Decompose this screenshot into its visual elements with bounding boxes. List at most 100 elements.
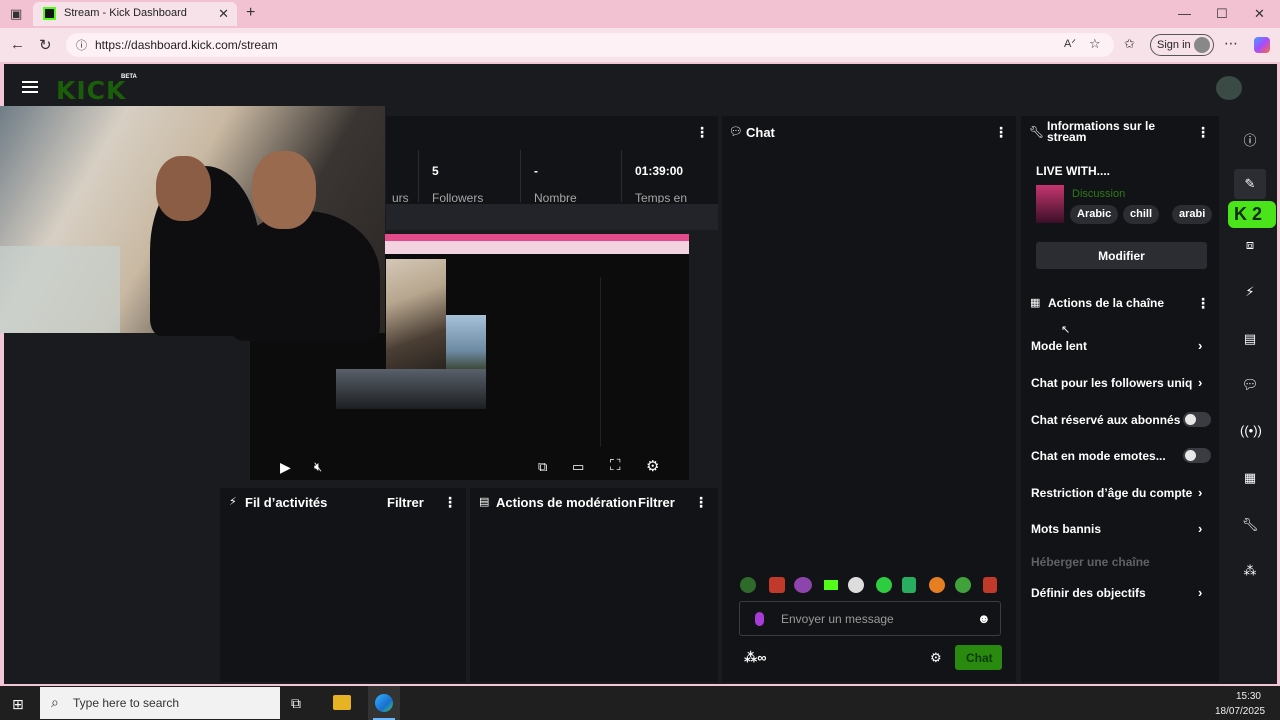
emote-icon[interactable]	[794, 577, 812, 593]
channel-actions-icon[interactable]: ▦	[1240, 470, 1260, 486]
moderation-filter-button[interactable]: Filtrer	[638, 495, 675, 510]
browser-tab[interactable]: Stream - Kick Dashboard ✕	[33, 2, 237, 26]
emote-icon[interactable]	[902, 577, 916, 593]
tab-title: Stream - Kick Dashboard	[64, 7, 187, 19]
emote-icon[interactable]	[955, 577, 971, 593]
chat-settings-icon[interactable]: ⚙	[930, 650, 942, 666]
minimize-icon[interactable]: —	[1178, 6, 1191, 21]
mute-icon[interactable]: 🔇︎	[314, 459, 322, 475]
close-window-icon[interactable]: ✕	[1254, 6, 1265, 22]
info-kebab-icon[interactable]: ⋮	[1196, 124, 1210, 141]
emote-icon[interactable]	[740, 577, 756, 593]
person-right	[230, 211, 380, 341]
site-info-icon[interactable]: ⓘ	[76, 37, 87, 53]
chat-bubble-icon: 💬︎	[729, 126, 743, 138]
clock-date: 18/07/2025	[1215, 706, 1266, 717]
stats-divider	[418, 150, 419, 202]
emote-icon[interactable]	[769, 577, 785, 593]
chevron-right-icon[interactable]: ›	[1198, 375, 1202, 390]
subscribers-only-toggle[interactable]	[1183, 412, 1211, 427]
points-icon[interactable]: ⁂	[1240, 563, 1260, 579]
activity-title: Fil d’activités	[245, 495, 328, 510]
kick-logo[interactable]: KICK	[56, 76, 126, 105]
channel-actions-icon: ▦	[1030, 297, 1041, 309]
favorite-star-icon[interactable]: ☆	[1089, 36, 1101, 52]
activity-filter-button[interactable]: Filtrer	[387, 495, 424, 510]
taskbar-search-placeholder: Type here to search	[73, 696, 180, 710]
emote-icon[interactable]	[876, 577, 892, 593]
chat-kebab-icon[interactable]: ⋮	[994, 124, 1008, 141]
microphone-icon[interactable]	[755, 612, 764, 626]
category-thumbnail[interactable]	[1036, 185, 1064, 223]
chat-icon[interactable]: 💬︎	[1240, 377, 1260, 393]
profile-avatar-icon	[1194, 37, 1210, 53]
action-followers-only[interactable]: Chat pour les followers uniqu	[1031, 376, 1192, 390]
close-tab-icon[interactable]: ✕	[218, 6, 229, 22]
read-aloud-icon[interactable]: Aᐟ	[1064, 37, 1076, 50]
lightning-icon[interactable]: ⚡︎	[1240, 284, 1260, 300]
hamburger-menu-icon[interactable]	[22, 81, 38, 93]
chat-message-input[interactable]: Envoyer un message ☻	[739, 601, 1001, 636]
edge-browser-icon[interactable]	[375, 694, 393, 712]
tab-actions-icon[interactable]: ▣	[10, 6, 22, 22]
picture-in-picture-icon[interactable]: ⧉	[538, 459, 547, 475]
channel-actions-kebab-icon[interactable]: ⋮	[1196, 295, 1210, 312]
points-infinity-icon[interactable]: ⁂∞	[744, 650, 767, 666]
refresh-icon[interactable]: ↻	[39, 36, 52, 54]
broadcast-icon[interactable]: ((•))	[1240, 423, 1262, 438]
stat-label: urs	[392, 191, 409, 203]
action-set-goals[interactable]: Définir des objectifs	[1031, 586, 1211, 600]
info-title-line2: stream	[1047, 130, 1087, 144]
kick-favicon-icon	[43, 7, 56, 20]
chat-input-placeholder: Envoyer un message	[781, 612, 894, 626]
user-avatar[interactable]	[1216, 76, 1242, 100]
preview-image-strip	[336, 369, 486, 409]
activity-kebab-icon[interactable]: ⋮	[443, 494, 457, 511]
back-icon[interactable]: ←	[10, 36, 25, 53]
category-link[interactable]: Discussion	[1072, 188, 1125, 200]
settings-gear-icon[interactable]: ⚙	[646, 457, 659, 475]
emote-icon[interactable]	[848, 577, 864, 593]
send-chat-button[interactable]: Chat	[955, 645, 1002, 670]
favorites-icon[interactable]: ✩	[1124, 36, 1135, 52]
sign-in-button[interactable]: Sign in	[1150, 34, 1214, 56]
document-icon[interactable]: ▤	[1240, 331, 1260, 347]
new-tab-icon[interactable]: +	[246, 4, 255, 22]
moderation-kebab-icon[interactable]: ⋮	[694, 494, 708, 511]
emote-icon[interactable]	[929, 577, 945, 593]
emote-icon[interactable]	[983, 577, 997, 593]
document-icon: ▤	[479, 496, 490, 508]
emote-mode-toggle[interactable]	[1183, 448, 1211, 463]
camera-frame-icon[interactable]: ⧈	[1240, 237, 1260, 253]
preview-webcam	[386, 259, 446, 369]
action-age-restriction[interactable]: Restriction d’âge du compte	[1031, 486, 1192, 500]
action-slow-mode[interactable]: Mode lent	[1031, 339, 1211, 353]
wrench-icon[interactable]: 🔧︎	[1240, 517, 1260, 533]
task-view-icon[interactable]: ⧉	[291, 695, 301, 712]
stat-followers-value: 5	[432, 164, 439, 178]
taskbar-clock[interactable]: 15:30 18/07/2025	[1215, 689, 1266, 719]
maximize-icon[interactable]: ☐	[1216, 6, 1228, 22]
play-icon[interactable]: ▶	[280, 459, 291, 476]
modify-button[interactable]: Modifier	[1036, 242, 1207, 269]
more-options-icon[interactable]: ⋯	[1224, 35, 1238, 52]
emoji-icon[interactable]: ☻	[977, 611, 991, 626]
action-banned-words[interactable]: Mots bannis	[1031, 522, 1211, 536]
taskbar-search-input[interactable]: ⌕ Type here to search	[40, 687, 280, 719]
stats-kebab-icon[interactable]: ⋮	[695, 124, 709, 141]
chevron-right-icon[interactable]: ›	[1198, 585, 1202, 600]
windows-start-icon[interactable]: ⊞	[12, 696, 24, 713]
fullscreen-icon[interactable]: ⛶	[610, 457, 621, 474]
stat-followers-label: Followers	[432, 191, 484, 203]
tag-chip: chill	[1123, 205, 1160, 224]
theater-mode-icon[interactable]: ▭	[572, 459, 584, 475]
chevron-right-icon[interactable]: ›	[1198, 338, 1202, 353]
emote-icon[interactable]	[824, 580, 838, 590]
chevron-right-icon[interactable]: ›	[1198, 521, 1202, 536]
pencil-icon[interactable]: ✎	[1240, 176, 1260, 192]
copilot-icon[interactable]	[1254, 37, 1270, 53]
couch-cushion	[0, 246, 120, 333]
file-explorer-icon[interactable]	[333, 695, 351, 710]
info-icon[interactable]: ⓘ	[1240, 130, 1260, 149]
chevron-right-icon[interactable]: ›	[1198, 485, 1202, 500]
